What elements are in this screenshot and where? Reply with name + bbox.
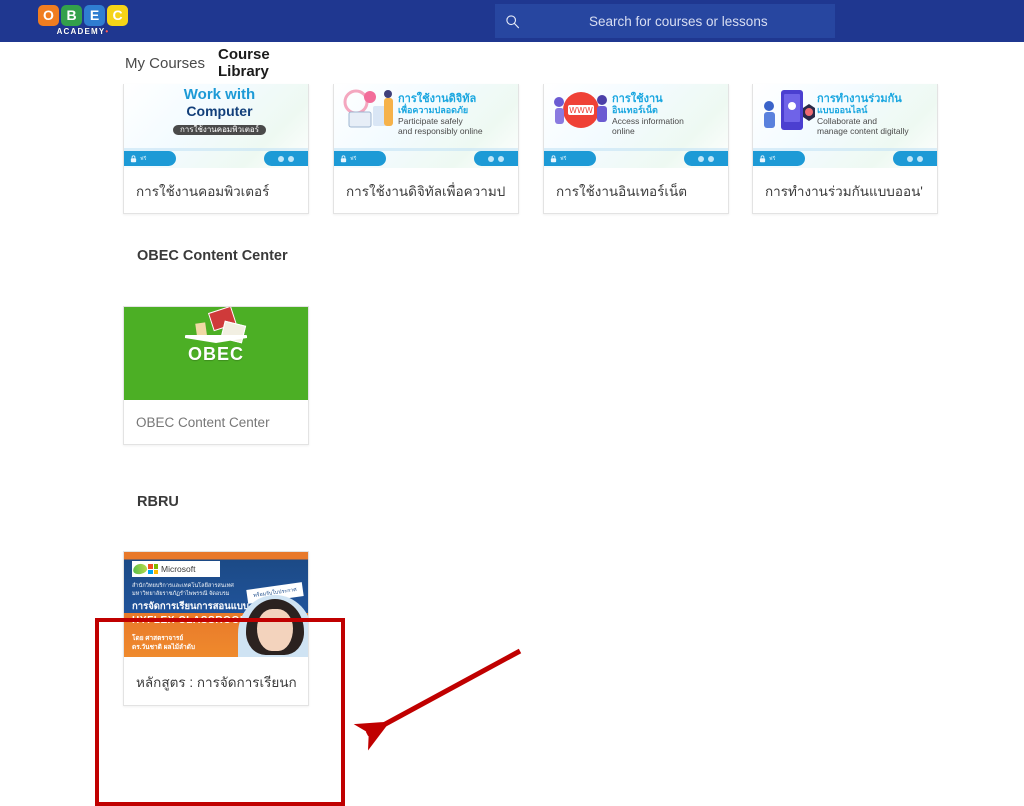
section-title-rbru: RBRU xyxy=(137,494,179,510)
app-header: O B E C ACADEMY• xyxy=(0,0,1024,42)
thumbnail-footer: ฟรี xyxy=(544,151,728,168)
course-thumbnail: WWW การใช้งาน อินเทอร์เน็ต Access inform… xyxy=(544,84,728,168)
people-dot-1 xyxy=(278,156,284,162)
course-card-title: การใช้งานดิจิทัลเพื่อความป xyxy=(334,168,518,214)
rbru-speaker-line2: ดร.วันชาติ ผลไม้ลำดับ xyxy=(132,643,195,653)
book-icon xyxy=(185,335,247,343)
thumbnail-heading: การใช้งานดิจิทัล เพื่อความปลอดภัย Partic… xyxy=(334,84,518,138)
thumbnail-heading: การใช้งาน อินเทอร์เน็ต Access informatio… xyxy=(544,84,728,138)
thumbnail-subtitle-line1: Collaborate and xyxy=(817,116,929,126)
lock-badge-text: ฟรี xyxy=(769,155,776,163)
logo-accent-dot: • xyxy=(105,27,109,36)
obec-academy-logo[interactable]: O B E C ACADEMY• xyxy=(33,0,133,40)
obec-wordmark: OBEC xyxy=(188,344,244,365)
thumbnail-title-line2: เพื่อความปลอดภัย xyxy=(398,106,510,116)
rbru-org-line1: สำนักวิทยบริการและเทคโนโลยีสารสนเทศ xyxy=(132,582,262,590)
logo-letter-c: C xyxy=(107,5,128,26)
rbru-speaker-line1: โดย ศาสตราจารย์ xyxy=(132,634,195,644)
people-dot-2 xyxy=(288,156,294,162)
people-badge-icon xyxy=(684,151,728,166)
course-card-title: การใช้งานคอมพิวเตอร์ xyxy=(124,168,308,214)
portrait-face xyxy=(257,609,293,651)
search-input[interactable] xyxy=(529,14,835,29)
lock-badge-text: ฟรี xyxy=(140,155,147,163)
tab-course-library[interactable]: Course Library xyxy=(218,42,322,86)
course-library-content: Work with Computer การใช้งานคอมพิวเตอร์ … xyxy=(0,84,1024,735)
people-dot-1 xyxy=(698,156,704,162)
course-card[interactable]: การทำงานร่วมกัน แบบออนไลน์ Collaborate a… xyxy=(752,84,938,214)
thumbnail-title-line2: แบบออนไลน์ xyxy=(817,106,929,116)
course-thumbnail: Work with Computer การใช้งานคอมพิวเตอร์ … xyxy=(124,84,308,168)
obec-book-logo: OBEC xyxy=(124,335,308,365)
thumbnail-title-line1: Work with xyxy=(173,87,266,103)
course-card-title: การทำงานร่วมกันแบบออน' xyxy=(753,168,937,214)
course-thumbnail: การใช้งานดิจิทัล เพื่อความปลอดภัย Partic… xyxy=(334,84,518,168)
thumbnail-subtitle-line1: Access information xyxy=(612,116,720,126)
rbru-speaker-byline: โดย ศาสตราจารย์ ดร.วันชาติ ผลไม้ลำดับ xyxy=(132,634,195,654)
microsoft-brand-label: Microsoft xyxy=(161,564,195,574)
rbru-org-line2: มหาวิทยาลัยราชภัฏรำไพพรรณี จัดอบรม xyxy=(132,590,262,598)
lock-badge-icon: ฟรี xyxy=(334,151,386,166)
tab-my-courses[interactable]: My Courses xyxy=(120,42,210,84)
people-badge-icon xyxy=(893,151,937,166)
thumbnail-footer: ฟรี xyxy=(753,151,937,168)
section-title-obec-content-center: OBEC Content Center xyxy=(137,248,288,264)
tab-bar: My Courses Course Library xyxy=(0,42,1024,85)
people-dot-1 xyxy=(488,156,494,162)
thumbnail-heading: Work with Computer การใช้งานคอมพิวเตอร์ xyxy=(124,84,308,138)
logo-letter-o: O xyxy=(38,5,59,26)
logo-letter-row: O B E C xyxy=(38,5,128,26)
tab-course-library-label: Course Library xyxy=(218,46,322,80)
course-card[interactable]: การใช้งานดิจิทัล เพื่อความปลอดภัย Partic… xyxy=(333,84,519,214)
thumbnail-footer: ฟรี xyxy=(334,151,518,168)
logo-subtitle-text: ACADEMY xyxy=(57,27,106,36)
people-badge-icon xyxy=(474,151,518,166)
thumbnail-title-line2: อินเทอร์เน็ต xyxy=(612,106,720,116)
lock-badge-text: ฟรี xyxy=(350,155,357,163)
obec-content-center-card[interactable]: OBEC OBEC Content Center xyxy=(123,306,309,445)
course-card[interactable]: WWW การใช้งาน อินเทอร์เน็ต Access inform… xyxy=(543,84,729,214)
thumbnail-heading: การทำงานร่วมกัน แบบออนไลน์ Collaborate a… xyxy=(753,84,937,138)
rbru-course-card[interactable]: Microsoft สำนักวิทยบริการและเทคโนโลยีสาร… xyxy=(123,551,309,706)
obec-content-center-thumbnail: OBEC xyxy=(124,307,308,400)
obec-content-center-card-title: OBEC Content Center xyxy=(124,400,308,445)
people-dot-2 xyxy=(917,156,923,162)
people-dot-1 xyxy=(907,156,913,162)
rbru-course-thumbnail: Microsoft สำนักวิทยบริการและเทคโนโลยีสาร… xyxy=(124,552,308,657)
search-icon[interactable] xyxy=(495,4,529,38)
course-thumbnail: การทำงานร่วมกัน แบบออนไลน์ Collaborate a… xyxy=(753,84,937,168)
thumbnail-thai-badge: การใช้งานคอมพิวเตอร์ xyxy=(173,125,266,136)
thumbnail-subtitle-line2: and responsibly online xyxy=(398,126,510,136)
thumbnail-subtitle-line2: manage content digitally xyxy=(817,126,929,136)
lock-badge-icon: ฟรี xyxy=(124,151,176,166)
thumbnail-subtitle-line1: Participate safely xyxy=(398,116,510,126)
thumbnail-footer: ฟรี xyxy=(124,151,308,168)
course-card[interactable]: Work with Computer การใช้งานคอมพิวเตอร์ … xyxy=(123,84,309,214)
microsoft-logo-icon xyxy=(148,564,158,574)
arrow-annotation xyxy=(340,629,540,759)
people-dot-2 xyxy=(708,156,714,162)
search-bar[interactable] xyxy=(495,4,835,38)
people-badge-icon xyxy=(264,151,308,166)
thumbnail-subtitle-line2: online xyxy=(612,126,720,136)
logo-letter-b: B xyxy=(61,5,82,26)
tab-my-courses-label: My Courses xyxy=(125,55,205,72)
lock-badge-text: ฟรี xyxy=(560,155,567,163)
people-dot-2 xyxy=(498,156,504,162)
logo-subtitle: ACADEMY• xyxy=(57,27,110,36)
logo-letter-e: E xyxy=(84,5,105,26)
thumbnail-title-line2: Computer xyxy=(173,104,266,119)
course-card-title: การใช้งานอินเทอร์เน็ต xyxy=(544,168,728,214)
lock-badge-icon: ฟรี xyxy=(753,151,805,166)
rbru-course-card-title: หลักสูตร : การจัดการเรียนก xyxy=(124,657,308,706)
rbru-headline-thai: การจัดการเรียนการสอนแบบ xyxy=(132,601,262,613)
lock-badge-icon: ฟรี xyxy=(544,151,596,166)
